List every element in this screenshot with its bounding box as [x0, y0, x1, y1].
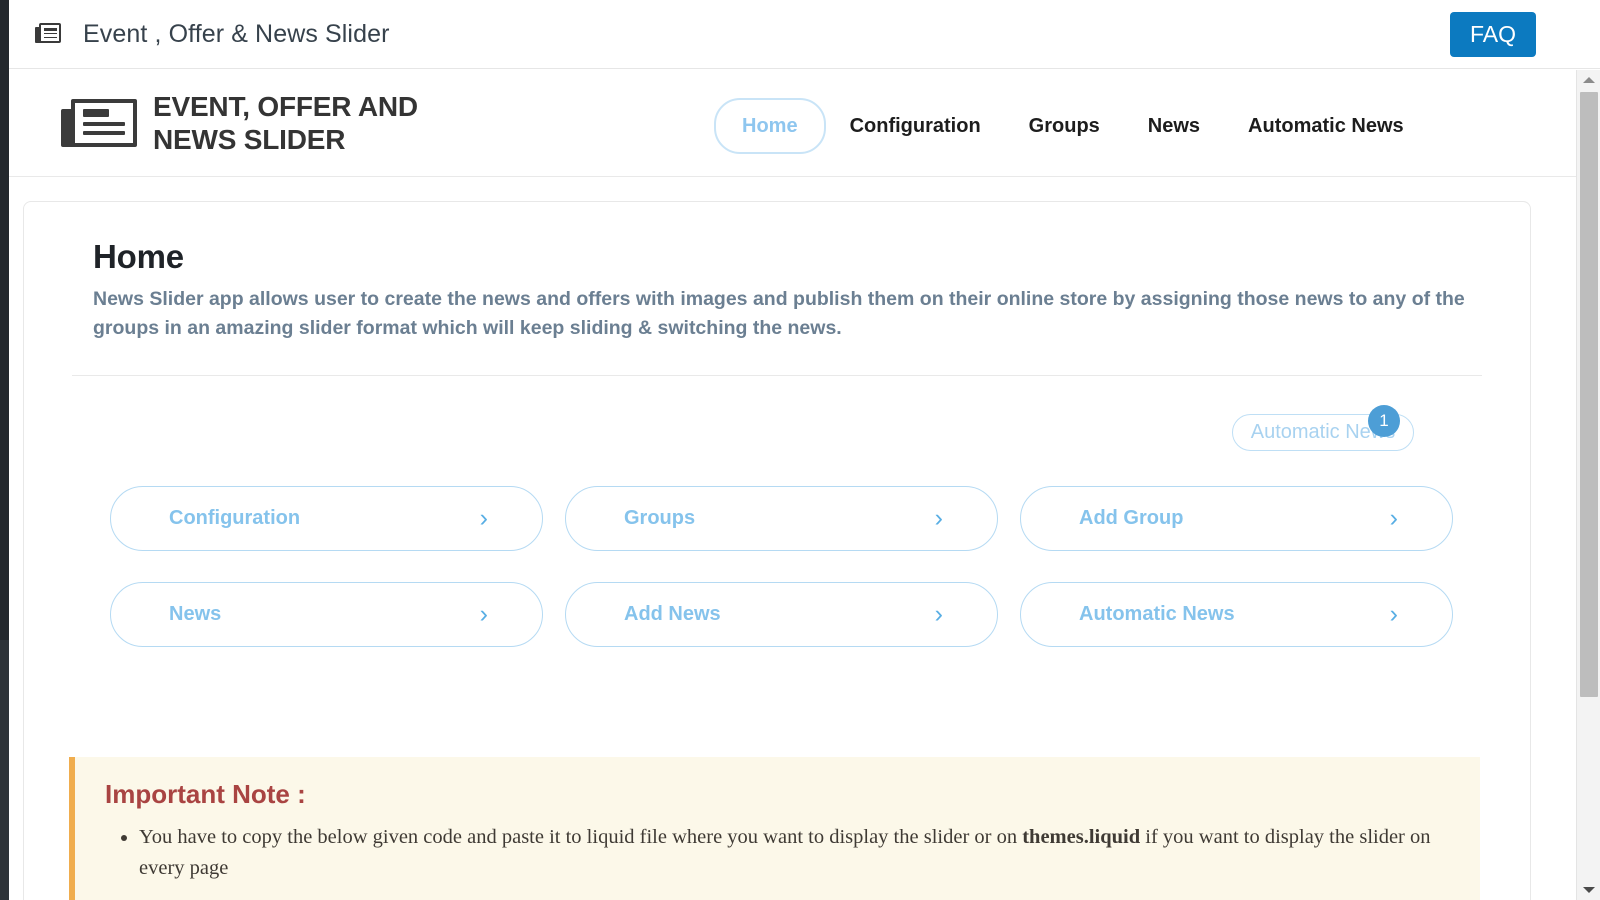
brand-name-line1: EVENT, OFFER AND — [153, 90, 418, 123]
faq-button[interactable]: FAQ — [1450, 12, 1536, 57]
nav-item-automatic-news[interactable]: Automatic News — [1224, 98, 1428, 154]
app-header: EVENT, OFFER AND NEWS SLIDER Home Config… — [9, 70, 1577, 177]
important-note: Important Note : You have to copy the be… — [69, 757, 1480, 900]
chevron-right-icon: › — [480, 602, 488, 627]
action-label: Automatic News — [1079, 603, 1235, 626]
scroll-up-arrow-icon[interactable] — [1577, 70, 1600, 90]
scroll-down-arrow-icon[interactable] — [1577, 880, 1600, 900]
chevron-right-icon: › — [1390, 602, 1398, 627]
nav-item-news[interactable]: News — [1124, 98, 1224, 154]
top-bar: Event , Offer & News Slider — [9, 0, 1600, 69]
section-divider — [72, 375, 1482, 376]
action-configuration[interactable]: Configuration › — [110, 486, 543, 551]
action-label: Add Group — [1079, 507, 1183, 530]
brand-name: EVENT, OFFER AND NEWS SLIDER — [153, 90, 418, 156]
page-title: Home — [93, 238, 1482, 276]
main-navigation: Home Configuration Groups News Automatic… — [714, 98, 1428, 154]
note-bullet-pre: You have to copy the below given code an… — [139, 826, 1022, 848]
note-title: Important Note : — [105, 779, 1450, 810]
note-bullet-bold: themes.liquid — [1022, 826, 1140, 848]
app-window: Event , Offer & News Slider FAQ EVENT, O… — [0, 0, 1600, 900]
status-badge: 1 — [1368, 405, 1400, 437]
action-label: Groups — [624, 507, 695, 530]
note-bullet: You have to copy the below given code an… — [139, 822, 1450, 884]
chevron-right-icon: › — [480, 506, 488, 531]
brand: EVENT, OFFER AND NEWS SLIDER — [61, 90, 418, 156]
chevron-right-icon: › — [1390, 506, 1398, 531]
page-description: News Slider app allows user to create th… — [93, 285, 1482, 343]
action-label: Configuration — [169, 507, 300, 530]
note-list: You have to copy the below given code an… — [105, 822, 1450, 884]
automatic-news-tooltip: Automatic News 1 — [1232, 405, 1418, 451]
window-title: Event , Offer & News Slider — [83, 20, 390, 49]
brand-name-line2: NEWS SLIDER — [153, 123, 418, 156]
quick-actions: Configuration › Groups › Add Group › New… — [110, 486, 1455, 647]
vertical-scrollbar[interactable] — [1576, 70, 1600, 900]
action-label: Add News — [624, 603, 721, 626]
action-news[interactable]: News › — [110, 582, 543, 647]
scrollbar-thumb[interactable] — [1580, 92, 1598, 697]
window-tab-icon — [35, 23, 61, 45]
chevron-right-icon: › — [935, 602, 943, 627]
nav-item-groups[interactable]: Groups — [1005, 98, 1124, 154]
action-add-group[interactable]: Add Group › — [1020, 486, 1453, 551]
action-automatic-news[interactable]: Automatic News › — [1020, 582, 1453, 647]
action-add-news[interactable]: Add News › — [565, 582, 998, 647]
newspaper-icon — [61, 97, 137, 149]
action-groups[interactable]: Groups › — [565, 486, 998, 551]
nav-item-home[interactable]: Home — [714, 98, 826, 154]
nav-item-configuration[interactable]: Configuration — [826, 98, 1005, 154]
window-left-edge-lower — [0, 640, 9, 900]
action-label: News — [169, 603, 221, 626]
chevron-right-icon: › — [935, 506, 943, 531]
